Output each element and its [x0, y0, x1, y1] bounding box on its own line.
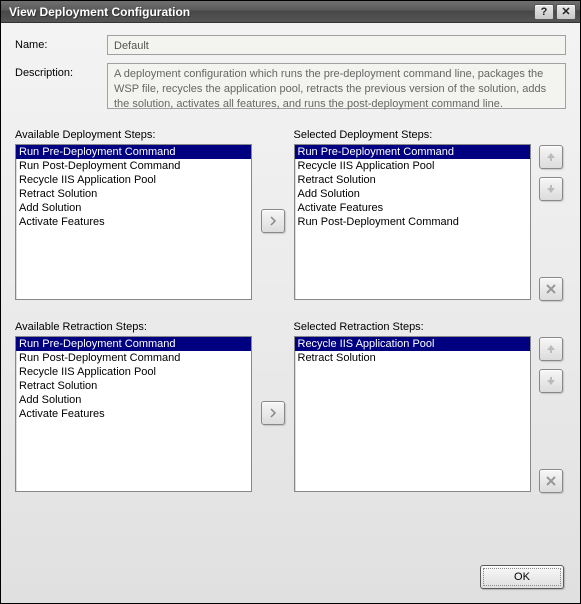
list-item[interactable]: Add Solution: [16, 201, 251, 215]
ok-button-label: OK: [514, 571, 530, 583]
deploy-add-button[interactable]: [261, 209, 285, 233]
list-item[interactable]: Activate Features: [16, 407, 251, 421]
deploy-remove-button[interactable]: [539, 277, 563, 301]
available-deploy-col: Available Deployment Steps: Run Pre-Depl…: [15, 129, 252, 300]
help-button[interactable]: ?: [534, 4, 554, 20]
description-row: Description: A deployment configuration …: [15, 63, 566, 109]
description-label: Description:: [15, 63, 107, 79]
help-icon: ?: [541, 6, 548, 18]
retraction-section: Available Retraction Steps: Run Pre-Depl…: [15, 321, 566, 493]
dialog-window: View Deployment Configuration ? ✕ Name: …: [0, 0, 581, 604]
list-item[interactable]: Retract Solution: [16, 379, 251, 393]
list-item[interactable]: Retract Solution: [295, 173, 530, 187]
list-item[interactable]: Retract Solution: [16, 187, 251, 201]
list-item[interactable]: Add Solution: [295, 187, 530, 201]
list-item[interactable]: Recycle IIS Application Pool: [16, 365, 251, 379]
retract-order-col: [537, 321, 566, 493]
chevron-right-icon: [268, 408, 278, 418]
arrow-down-icon: [546, 184, 556, 194]
list-item[interactable]: Add Solution: [16, 393, 251, 407]
list-item[interactable]: Activate Features: [16, 215, 251, 229]
list-item[interactable]: Run Post-Deployment Command: [16, 159, 251, 173]
available-deploy-list[interactable]: Run Pre-Deployment CommandRun Post-Deplo…: [15, 144, 252, 300]
available-deploy-label: Available Deployment Steps:: [15, 129, 252, 141]
list-item[interactable]: Recycle IIS Application Pool: [295, 159, 530, 173]
list-item[interactable]: Run Pre-Deployment Command: [295, 145, 530, 159]
list-item[interactable]: Recycle IIS Application Pool: [295, 337, 530, 351]
retract-move-down-button[interactable]: [539, 369, 563, 393]
chevron-right-icon: [268, 216, 278, 226]
available-retract-col: Available Retraction Steps: Run Pre-Depl…: [15, 321, 252, 492]
list-item[interactable]: Activate Features: [295, 201, 530, 215]
description-field[interactable]: A deployment configuration which runs th…: [107, 63, 566, 109]
list-item[interactable]: Run Pre-Deployment Command: [16, 337, 251, 351]
selected-deploy-list[interactable]: Run Pre-Deployment CommandRecycle IIS Ap…: [294, 144, 531, 300]
available-retract-label: Available Retraction Steps:: [15, 321, 252, 333]
deployment-section: Available Deployment Steps: Run Pre-Depl…: [15, 129, 566, 301]
dialog-buttons: OK: [480, 565, 564, 589]
list-item[interactable]: Retract Solution: [295, 351, 530, 365]
list-item[interactable]: Recycle IIS Application Pool: [16, 173, 251, 187]
deploy-move-up-button[interactable]: [539, 145, 563, 169]
arrow-up-icon: [546, 152, 556, 162]
dialog-content: Name: Default Description: A deployment …: [1, 23, 580, 603]
retract-move-col: [258, 321, 287, 491]
deploy-move-down-button[interactable]: [539, 177, 563, 201]
selected-deploy-col: Selected Deployment Steps: Run Pre-Deplo…: [294, 129, 531, 300]
name-label: Name:: [15, 35, 107, 51]
retract-move-up-button[interactable]: [539, 337, 563, 361]
deploy-order-col: [537, 129, 566, 301]
name-field[interactable]: Default: [107, 35, 566, 55]
selected-retract-col: Selected Retraction Steps: Recycle IIS A…: [294, 321, 531, 492]
list-item[interactable]: Run Post-Deployment Command: [16, 351, 251, 365]
window-title: View Deployment Configuration: [9, 5, 532, 19]
available-retract-list[interactable]: Run Pre-Deployment CommandRun Post-Deplo…: [15, 336, 252, 492]
selected-retract-list[interactable]: Recycle IIS Application PoolRetract Solu…: [294, 336, 531, 492]
list-item[interactable]: Run Post-Deployment Command: [295, 215, 530, 229]
retract-add-button[interactable]: [261, 401, 285, 425]
selected-retract-label: Selected Retraction Steps:: [294, 321, 531, 333]
x-icon: [546, 476, 556, 486]
deploy-move-col: [258, 129, 287, 299]
name-row: Name: Default: [15, 35, 566, 55]
title-bar: View Deployment Configuration ? ✕: [1, 1, 580, 23]
close-icon: ✕: [561, 5, 570, 18]
arrow-down-icon: [546, 376, 556, 386]
close-button[interactable]: ✕: [556, 4, 576, 20]
x-icon: [546, 284, 556, 294]
ok-button[interactable]: OK: [480, 565, 564, 589]
retract-remove-button[interactable]: [539, 469, 563, 493]
arrow-up-icon: [546, 344, 556, 354]
selected-deploy-label: Selected Deployment Steps:: [294, 129, 531, 141]
list-item[interactable]: Run Pre-Deployment Command: [16, 145, 251, 159]
